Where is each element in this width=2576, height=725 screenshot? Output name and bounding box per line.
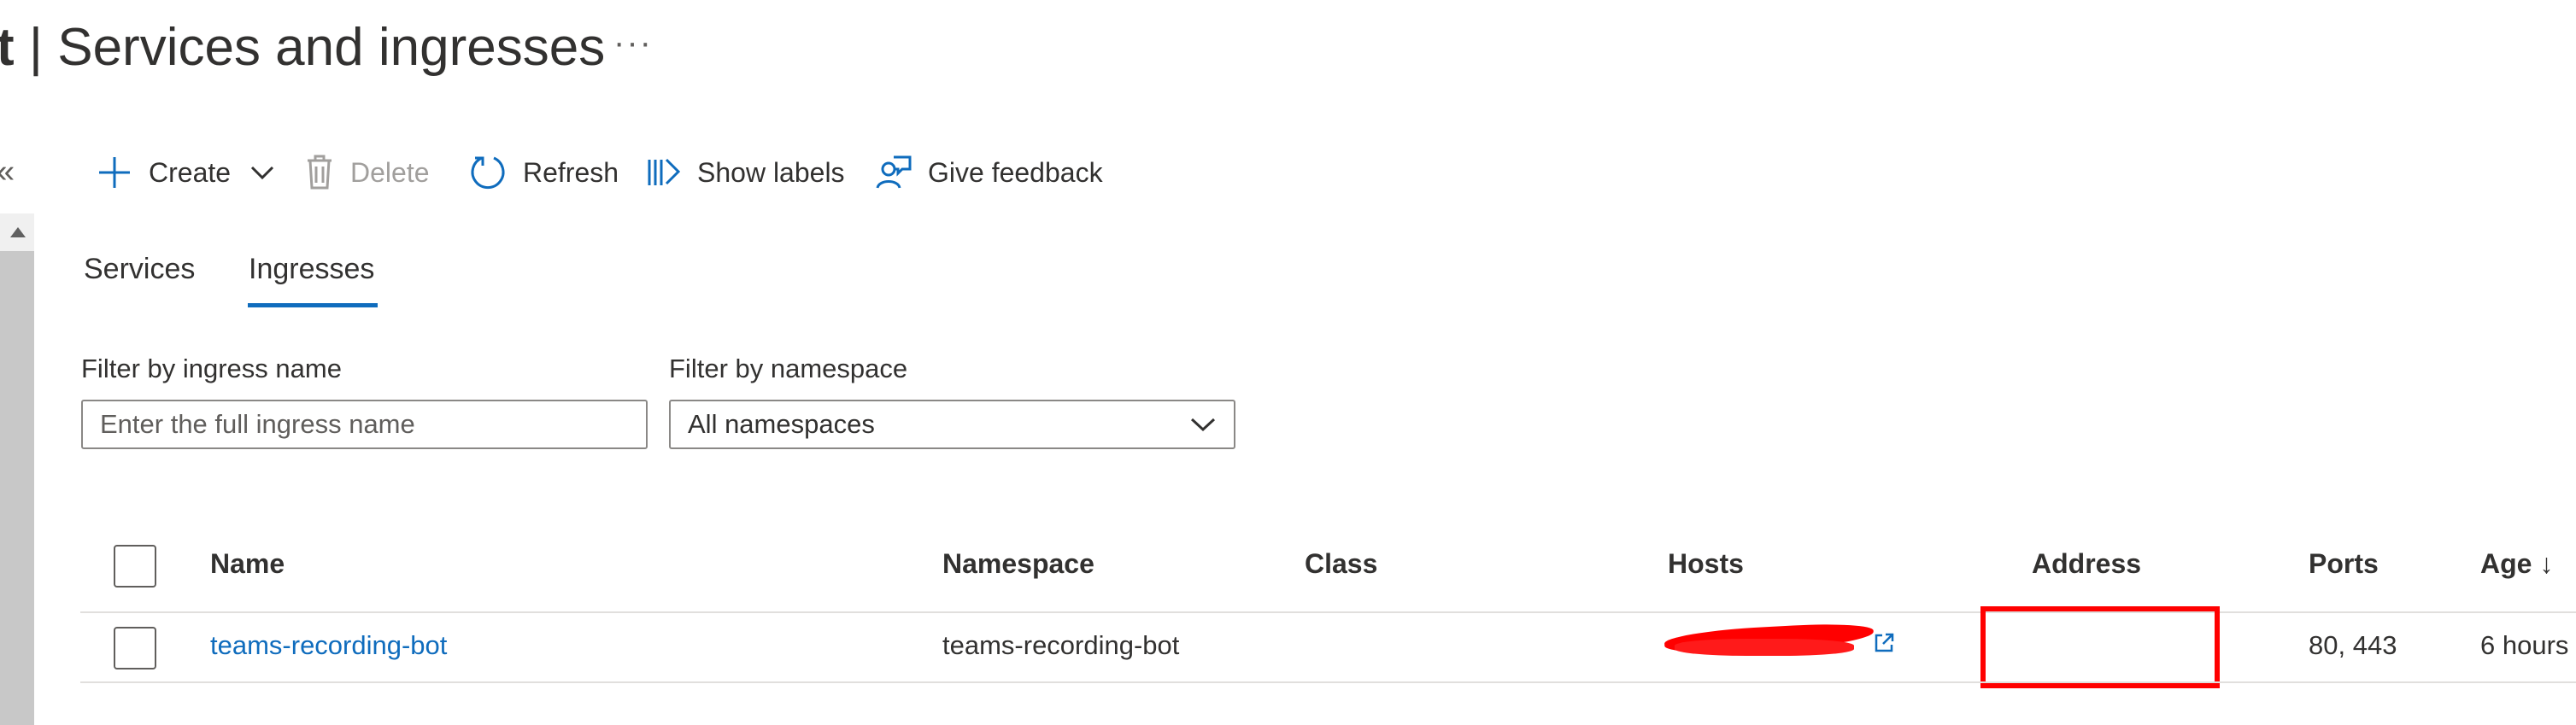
redaction-mark [1675,639,1854,656]
select-all-checkbox[interactable] [114,545,156,588]
give-feedback-label: Give feedback [928,156,1103,188]
refresh-label: Refresh [523,156,619,188]
delete-label: Delete [350,156,430,188]
delete-button[interactable]: Delete [304,147,430,198]
labels-icon [646,155,682,190]
row-namespace: teams-recording-bot [942,630,1180,660]
more-options-button[interactable]: ··· [613,24,653,62]
ingress-name-placeholder: Enter the full ingress name [100,409,415,439]
ingress-name-link[interactable]: teams-recording-bot [210,630,447,661]
namespace-filter-value: All namespaces [688,409,875,439]
give-feedback-button[interactable]: Give feedback [875,147,1103,198]
namespace-filter-dropdown[interactable]: All namespaces [669,400,1235,449]
external-link-icon[interactable] [1873,632,1895,658]
address-highlight-box [1980,606,2220,688]
page-title: t | Services and ingresses [0,12,605,84]
row-divider [80,681,2576,683]
row-ports: 80, 443 [2309,630,2397,660]
column-header-class[interactable]: Class [1305,548,1377,580]
feedback-icon [875,154,912,191]
page-title-prefix: t [0,18,15,77]
column-header-name[interactable]: Name [210,548,285,580]
plus-icon [96,154,133,191]
tab-services[interactable]: Services [84,253,195,286]
refresh-icon [468,153,508,192]
ingress-name-filter-input[interactable]: Enter the full ingress name [81,400,648,449]
collapse-sidebar-button[interactable]: « [0,154,15,190]
selected-tab-indicator [248,303,378,307]
show-labels-button[interactable]: Show labels [646,147,845,198]
show-labels-label: Show labels [697,156,845,188]
create-button[interactable]: Create [96,147,275,198]
row-age: 6 hours [2480,630,2569,660]
column-header-ports[interactable]: Ports [2309,548,2379,580]
tab-ingresses[interactable]: Ingresses [249,253,374,286]
chevron-down-icon [249,164,275,181]
row-checkbox[interactable] [114,627,156,669]
namespace-filter-label: Filter by namespace [669,354,908,383]
ingress-name-filter-label: Filter by ingress name [81,354,342,383]
chevron-down-icon [1189,409,1217,440]
column-header-namespace[interactable]: Namespace [942,548,1094,580]
page-title-text: | Services and ingresses [14,18,606,77]
create-label: Create [149,156,232,188]
scroll-up-arrow-icon [10,227,26,237]
refresh-button[interactable]: Refresh [468,147,619,198]
column-header-hosts[interactable]: Hosts [1668,548,1744,580]
column-header-address[interactable]: Address [2032,548,2141,580]
column-header-age[interactable]: Age ↓ [2480,548,2553,580]
trash-icon [304,154,335,191]
vertical-scrollbar[interactable] [0,213,34,725]
